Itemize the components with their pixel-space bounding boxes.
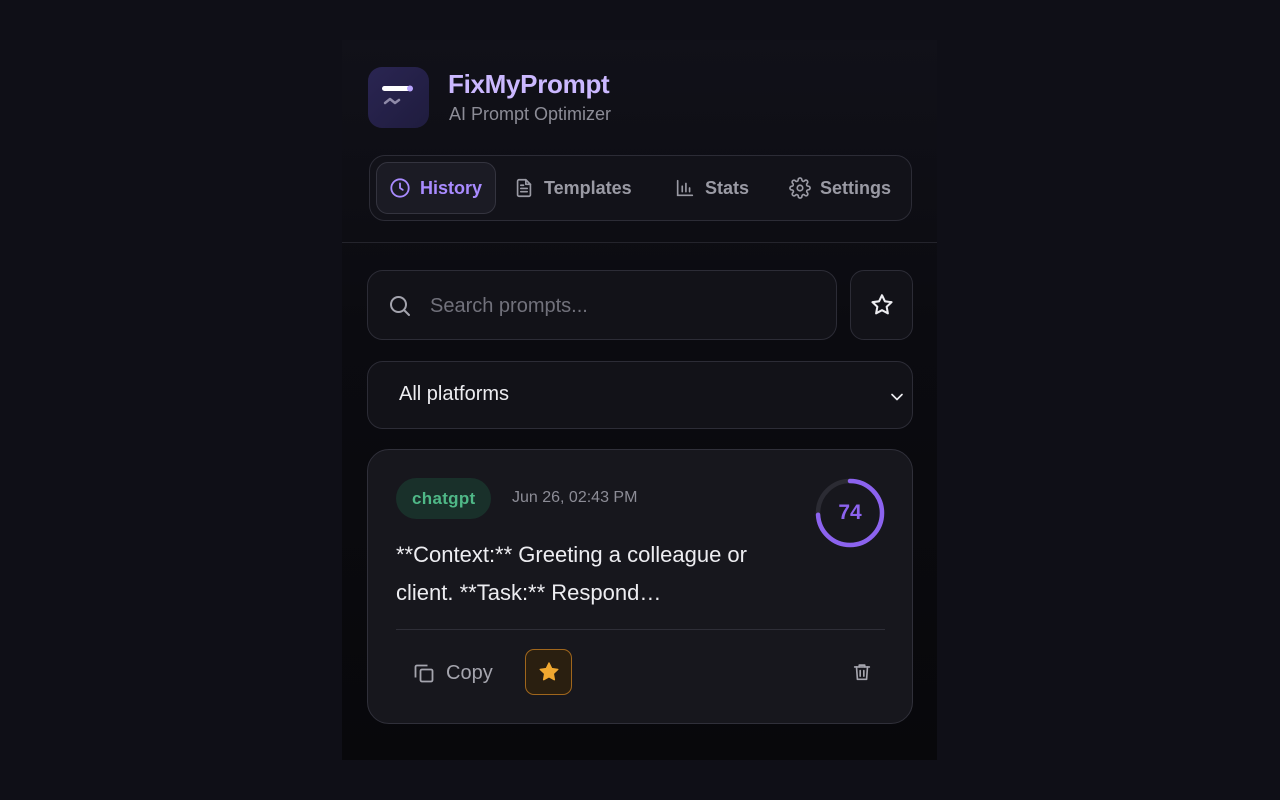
history-card[interactable]: chatgpt Jun 26, 02:43 PM 74 **Context:**… (367, 449, 913, 724)
document-icon (516, 178, 532, 198)
favorites-filter-button[interactable] (850, 270, 913, 340)
tab-settings-label: Settings (820, 177, 892, 198)
delete-button[interactable] (848, 658, 876, 686)
copy-label: Copy (446, 661, 493, 684)
search-icon (390, 296, 410, 316)
extension-panel: FixMyPrompt AI Prompt Optimizer History … (342, 40, 937, 760)
tab-bar: History Templates Stats Settings (369, 155, 912, 221)
tab-stats-label: Stats (705, 177, 750, 198)
tab-templates[interactable]: Templates (513, 162, 632, 214)
star-filled-icon (539, 662, 558, 681)
chevron-down-icon (891, 393, 903, 401)
trash-icon (853, 664, 871, 681)
tab-templates-label: Templates (544, 177, 632, 198)
search-box (367, 270, 837, 340)
prompt-date: Jun 26, 02:43 PM (512, 489, 638, 506)
copy-button[interactable]: Copy (412, 658, 493, 688)
tab-history[interactable]: History (376, 162, 497, 214)
gear-icon (789, 177, 811, 199)
platform-badge: chatgpt (396, 478, 492, 519)
app-subtitle: AI Prompt Optimizer (449, 104, 612, 124)
search-input[interactable] (430, 289, 820, 323)
clock-icon (390, 178, 410, 198)
header: FixMyPrompt AI Prompt Optimizer History … (342, 40, 937, 243)
favorite-toggle-button[interactable] (525, 649, 572, 695)
tab-history-label: History (420, 177, 483, 198)
app-title: FixMyPrompt (448, 69, 610, 99)
score-value: 74 (838, 501, 862, 524)
logo-lines-icon (382, 85, 413, 105)
star-outline-icon (870, 294, 893, 315)
tab-stats[interactable]: Stats (674, 162, 749, 214)
copy-icon (414, 664, 434, 683)
bar-chart-icon (676, 179, 694, 197)
platform-select[interactable]: All platforms (367, 361, 913, 429)
score-ring: 74 (814, 477, 886, 549)
tab-settings[interactable]: Settings (789, 162, 891, 214)
prompt-preview: **Context:** Greeting a colleague or cli… (396, 542, 747, 605)
app-logo (368, 67, 429, 128)
platform-select-value: All platforms (399, 383, 510, 405)
card-divider (396, 629, 885, 630)
